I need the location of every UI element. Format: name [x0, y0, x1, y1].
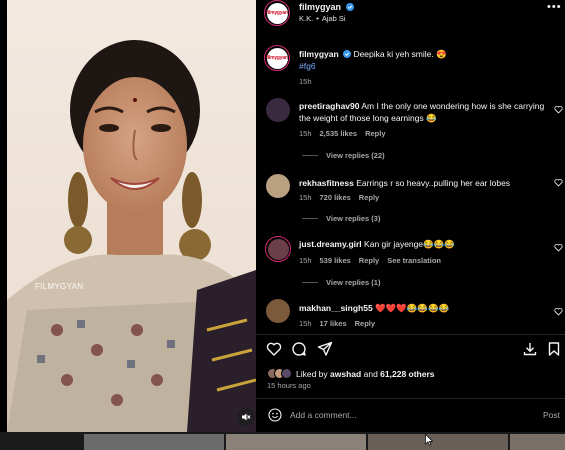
reply-button[interactable]: Reply [365, 129, 385, 138]
add-comment-bar: Post [256, 403, 565, 427]
post-comment-button[interactable]: Post [543, 410, 560, 420]
feed-thumbnail[interactable] [84, 434, 224, 450]
instagram-post-viewer: FILMYGYAN filmygyan filmygyan K.K. • Ajab … [0, 0, 565, 450]
bookmark-icon[interactable] [546, 341, 562, 357]
actions-divider [256, 334, 565, 335]
comment-username[interactable]: makhan__singh55 [299, 303, 373, 313]
audio-track: Ajab Si [321, 14, 346, 23]
reply-button[interactable]: Reply [359, 193, 379, 202]
view-replies-button[interactable]: View replies (22) [302, 151, 385, 160]
comment-meta: 15h 2,535 likes Reply [299, 129, 394, 138]
replies-divider [302, 218, 318, 219]
comment-text: rekhasfitness Earrings r so heavy..pulli… [299, 177, 551, 189]
account-username-row[interactable]: filmygyan [299, 2, 354, 12]
feed-thumbnail[interactable] [510, 434, 565, 450]
comment-meta: 15h 17 likes Reply [299, 319, 383, 328]
audio-track-link[interactable]: K.K. • Ajab Si [299, 14, 346, 23]
comment-username[interactable]: rekhasfitness [299, 178, 354, 188]
comment-text: makhan__singh55 ❤️❤️❤️😂😂😂😂 [299, 302, 551, 314]
reply-button[interactable]: Reply [355, 319, 375, 328]
comment-likes[interactable]: 720 likes [320, 193, 351, 202]
comment-username[interactable]: just.dreamy.girl [299, 239, 362, 249]
photo-watermark: FILMYGYAN [35, 282, 84, 291]
caption-hashtag[interactable]: #fg6 [299, 61, 316, 71]
audio-separator: • [316, 14, 319, 23]
more-options-icon[interactable]: ••• [547, 2, 562, 13]
liked-by-and: and [363, 369, 378, 379]
posted-timestamp: 15 hours ago [267, 381, 311, 390]
comment-text: preetiraghav90 Am I the only one wonderi… [299, 100, 551, 124]
caption-username[interactable]: filmygyan [299, 49, 339, 59]
caption-avatar-logo: filmygyan [266, 55, 288, 61]
comment-likes[interactable]: 539 likes [320, 256, 351, 265]
paper-plane-icon[interactable] [317, 341, 333, 357]
liked-by-others[interactable]: 61,228 others [380, 369, 434, 379]
feed-thumbnail[interactable] [226, 434, 366, 450]
account-username[interactable]: filmygyan [299, 2, 341, 12]
comment-username[interactable]: preetiraghav90 [299, 101, 359, 111]
comment-avatar[interactable] [266, 299, 290, 323]
account-avatar[interactable]: filmygyan [264, 0, 290, 26]
comment-likes[interactable]: 17 likes [320, 319, 347, 328]
account-logo: filmygyan [266, 10, 288, 16]
action-bar [256, 340, 565, 360]
portrait-image [7, 0, 256, 432]
verified-badge-icon [345, 3, 354, 11]
view-replies-label: View replies (3) [326, 214, 381, 223]
comment-like-heart-icon[interactable] [554, 178, 563, 187]
caption-text: Deepika ki yeh smile. 😍 [353, 49, 447, 59]
caption-avatar[interactable]: filmygyan [264, 45, 290, 71]
view-replies-button[interactable]: View replies (1) [302, 278, 380, 287]
caption-timestamp: 15h [299, 77, 312, 86]
comment-meta: 15h 539 likes Reply See translation [299, 256, 449, 265]
comment-body: Earrings r so heavy..pulling her ear lob… [356, 178, 511, 188]
comment-avatar[interactable] [266, 98, 290, 122]
replies-divider [302, 282, 318, 283]
reply-button[interactable]: Reply [359, 256, 379, 265]
view-replies-button[interactable]: View replies (3) [302, 214, 380, 223]
comment-time: 15h [299, 319, 312, 328]
comment-box-divider [256, 398, 565, 399]
comment-bubble-icon[interactable] [291, 341, 307, 357]
comment-input[interactable] [290, 407, 520, 423]
liker-avatars [267, 368, 293, 379]
comment-time: 15h [299, 256, 312, 265]
liked-by-summary[interactable]: Liked by awshad and 61,228 others [267, 368, 435, 379]
comment-body: ❤️❤️❤️😂😂😂😂 [375, 303, 450, 313]
muted-speaker-icon [242, 413, 251, 421]
comment-likes[interactable]: 2,535 likes [320, 129, 358, 138]
feed-thumbnail[interactable] [368, 434, 508, 450]
comment-avatar[interactable] [265, 236, 291, 262]
comment-like-heart-icon[interactable] [554, 307, 563, 316]
audio-artist: K.K. [299, 14, 314, 23]
view-replies-label: View replies (1) [326, 278, 381, 287]
liker-avatar [281, 368, 292, 379]
caption: filmygyan Deepika ki yeh smile. 😍 [299, 49, 549, 60]
comment-like-heart-icon[interactable] [554, 243, 563, 252]
comment-avatar-photo [267, 238, 289, 260]
mute-button[interactable] [237, 408, 255, 426]
heart-icon[interactable] [266, 341, 282, 357]
comment-text: just.dreamy.girl Kan gir jayenge😂😂😂 [299, 238, 551, 250]
comment-meta: 15h 720 likes Reply [299, 193, 387, 202]
verified-badge-icon [343, 50, 352, 58]
post-details-panel: filmygyan filmygyan K.K. • Ajab Si ••• fil… [256, 0, 565, 432]
comment-time: 15h [299, 129, 312, 138]
background-feed-strip [0, 432, 565, 450]
comment-avatar[interactable] [266, 174, 290, 198]
replies-divider [302, 155, 318, 156]
comment-body: Kan gir jayenge😂😂😂 [364, 239, 455, 249]
mouse-pointer-icon [425, 434, 433, 446]
download-icon[interactable] [522, 341, 538, 357]
view-replies-label: View replies (22) [326, 151, 385, 160]
comment-like-heart-icon[interactable] [554, 105, 563, 114]
comment-time: 15h [299, 193, 312, 202]
emoji-icon[interactable] [268, 408, 282, 422]
liked-by-user[interactable]: awshad [330, 369, 361, 379]
liked-by-prefix: Liked by [296, 369, 328, 379]
post-photo[interactable]: FILMYGYAN [7, 0, 256, 432]
see-translation-button[interactable]: See translation [387, 256, 441, 265]
